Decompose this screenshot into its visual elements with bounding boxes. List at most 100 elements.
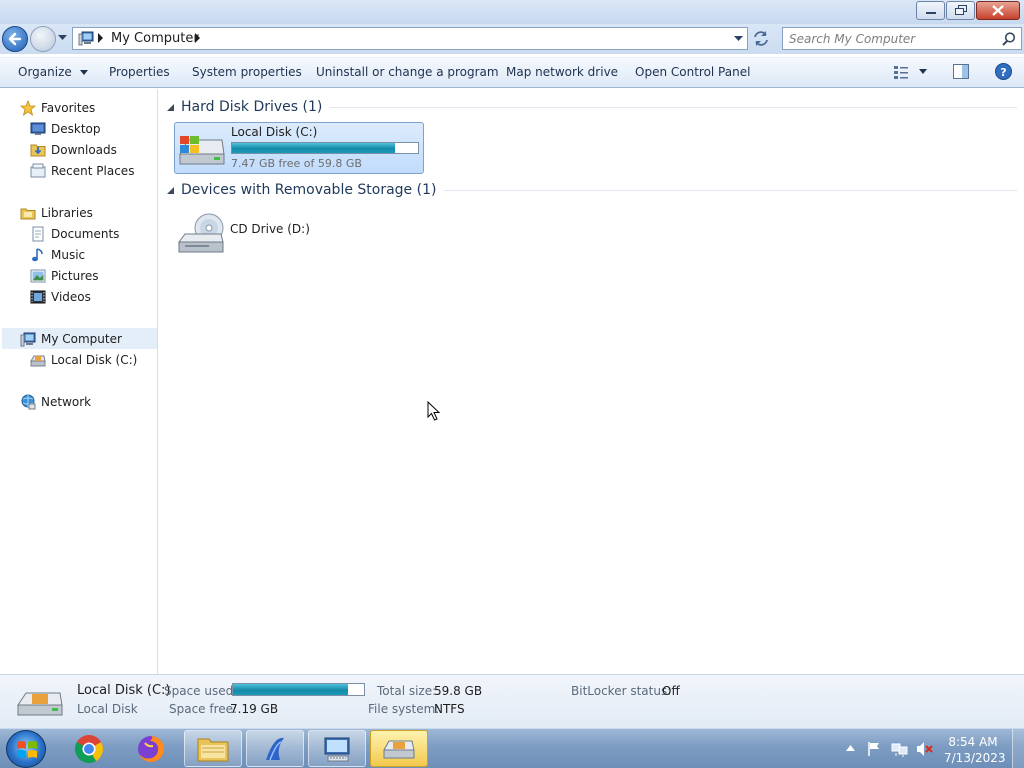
- system-clock[interactable]: 8:54 AM 7/13/2023: [944, 734, 1006, 766]
- taskbar-file-explorer[interactable]: [184, 730, 242, 767]
- breadcrumb-my-computer[interactable]: My Computer: [111, 31, 199, 46]
- nav-music-label: Music: [51, 247, 86, 262]
- videos-icon: [30, 290, 46, 303]
- taskbar: 8:54 AM 7/13/2023: [0, 728, 1024, 768]
- show-hidden-icons-icon[interactable]: [846, 745, 855, 751]
- group-removable-title: Devices with Removable Storage (1): [181, 182, 437, 198]
- hard-drive-icon: [17, 692, 63, 716]
- group-hard-disk-drives[interactable]: Hard Disk Drives (1): [167, 97, 1017, 117]
- speaker-muted-icon[interactable]: [916, 741, 934, 757]
- action-center-flag-icon[interactable]: [866, 741, 882, 757]
- nav-pictures[interactable]: Pictures: [30, 265, 99, 286]
- star-icon: [20, 99, 36, 116]
- drive-c-name: Local Disk (C:): [231, 125, 318, 139]
- nav-documents[interactable]: Documents: [30, 223, 119, 244]
- properties-button[interactable]: Properties: [109, 65, 170, 79]
- taskbar-firefox[interactable]: [122, 730, 180, 767]
- firefox-icon: [138, 735, 164, 762]
- minimize-button[interactable]: [916, 1, 945, 20]
- network-status-icon[interactable]: [891, 741, 909, 757]
- nav-downloads-label: Downloads: [51, 142, 117, 157]
- nav-my-computer[interactable]: My Computer: [2, 328, 157, 349]
- bitlocker-label: BitLocker status:: [571, 684, 672, 698]
- details-pane: Local Disk (C:) Local Disk Space used: S…: [0, 674, 1024, 728]
- organize-menu-button[interactable]: Organize: [18, 65, 88, 79]
- back-button[interactable]: [2, 26, 28, 52]
- nav-videos-label: Videos: [51, 289, 91, 304]
- organize-label: Organize: [18, 65, 72, 79]
- nav-recent-places[interactable]: Recent Places: [30, 160, 134, 181]
- space-free-label: Space free:: [169, 702, 238, 716]
- group-divider: [444, 189, 1017, 191]
- chevron-down-icon[interactable]: [919, 69, 927, 74]
- uninstall-program-button[interactable]: Uninstall or change a program: [316, 65, 499, 79]
- taskbar-app-blue[interactable]: [246, 730, 304, 767]
- nav-recent-places-label: Recent Places: [51, 163, 135, 178]
- sailboat-app-icon: [266, 737, 284, 760]
- libraries-icon: [20, 208, 36, 219]
- details-drive-type: Local Disk: [77, 702, 138, 716]
- remote-desktop-icon: [324, 737, 350, 761]
- group-divider: [330, 106, 1017, 108]
- nav-desktop[interactable]: Desktop: [30, 118, 101, 139]
- close-icon: [992, 5, 1004, 16]
- search-box[interactable]: [782, 27, 1022, 50]
- drive-tile-cd-drive-d[interactable]: CD Drive (D:): [174, 205, 424, 257]
- command-bar: Organize Properties System properties Un…: [0, 57, 1024, 88]
- nav-downloads[interactable]: Downloads: [30, 139, 117, 160]
- preview-pane-icon: [953, 64, 969, 79]
- system-properties-button[interactable]: System properties: [192, 65, 302, 79]
- nav-desktop-label: Desktop: [51, 121, 101, 136]
- nav-network[interactable]: Network: [20, 391, 91, 412]
- nav-pictures-label: Pictures: [51, 268, 99, 283]
- minimize-icon: [925, 11, 936, 14]
- nav-videos[interactable]: Videos: [30, 286, 91, 307]
- collapse-triangle-icon[interactable]: [167, 103, 174, 111]
- help-button[interactable]: ?: [995, 63, 1012, 80]
- nav-local-disk-c[interactable]: Local Disk (C:): [30, 349, 137, 370]
- space-used-label: Space used:: [164, 684, 238, 698]
- group-removable-storage[interactable]: Devices with Removable Storage (1): [167, 180, 1017, 200]
- taskbar-my-computer-window[interactable]: [370, 730, 428, 767]
- drive-c-free-text: 7.47 GB free of 59.8 GB: [231, 157, 362, 170]
- total-size-value: 59.8 GB: [434, 684, 483, 698]
- nav-libraries-label: Libraries: [41, 205, 93, 220]
- collapse-triangle-icon[interactable]: [167, 186, 174, 194]
- show-desktop-button[interactable]: [1012, 729, 1024, 768]
- taskbar-remote-desktop[interactable]: [308, 730, 366, 767]
- breadcrumb-separator-icon[interactable]: [98, 33, 104, 43]
- search-input[interactable]: [783, 28, 993, 49]
- restore-button[interactable]: [946, 1, 975, 20]
- title-bar: [0, 0, 1024, 24]
- taskbar-chrome[interactable]: [60, 730, 118, 767]
- window-controls: [915, 1, 1020, 20]
- address-bar[interactable]: My Computer: [72, 27, 748, 50]
- drive-tile-local-disk-c[interactable]: Local Disk (C:) 7.47 GB free of 59.8 GB: [174, 122, 424, 174]
- content-area: Hard Disk Drives (1) Local Disk (C:) 7.4…: [159, 89, 1024, 674]
- map-network-drive-button[interactable]: Map network drive: [506, 65, 618, 79]
- recent-places-icon: [30, 163, 46, 177]
- breadcrumb-separator-icon[interactable]: [195, 33, 201, 43]
- nav-network-label: Network: [41, 394, 92, 409]
- nav-local-disk-label: Local Disk (C:): [51, 352, 138, 367]
- preview-pane-button[interactable]: [953, 64, 969, 79]
- forward-button[interactable]: [30, 26, 56, 52]
- open-control-panel-button[interactable]: Open Control Panel: [635, 65, 750, 79]
- change-view-button[interactable]: [893, 64, 927, 80]
- computer-icon: [20, 332, 36, 346]
- search-icon[interactable]: [1002, 32, 1016, 46]
- windows-hard-drive-icon: [179, 136, 225, 165]
- start-button[interactable]: [6, 730, 46, 768]
- drive-c-usage-fill: [232, 143, 395, 153]
- nav-my-computer-label: My Computer: [41, 331, 122, 346]
- downloads-folder-icon: [30, 144, 46, 156]
- recent-pages-chevron-icon[interactable]: [58, 35, 67, 41]
- nav-favorites[interactable]: Favorites: [20, 97, 95, 118]
- nav-libraries[interactable]: Libraries: [20, 202, 93, 223]
- network-icon: [21, 394, 36, 409]
- close-button[interactable]: [976, 1, 1020, 20]
- refresh-icon[interactable]: [752, 30, 770, 47]
- pictures-icon: [30, 269, 46, 282]
- nav-music[interactable]: Music: [30, 244, 85, 265]
- address-dropdown-icon[interactable]: [734, 36, 743, 42]
